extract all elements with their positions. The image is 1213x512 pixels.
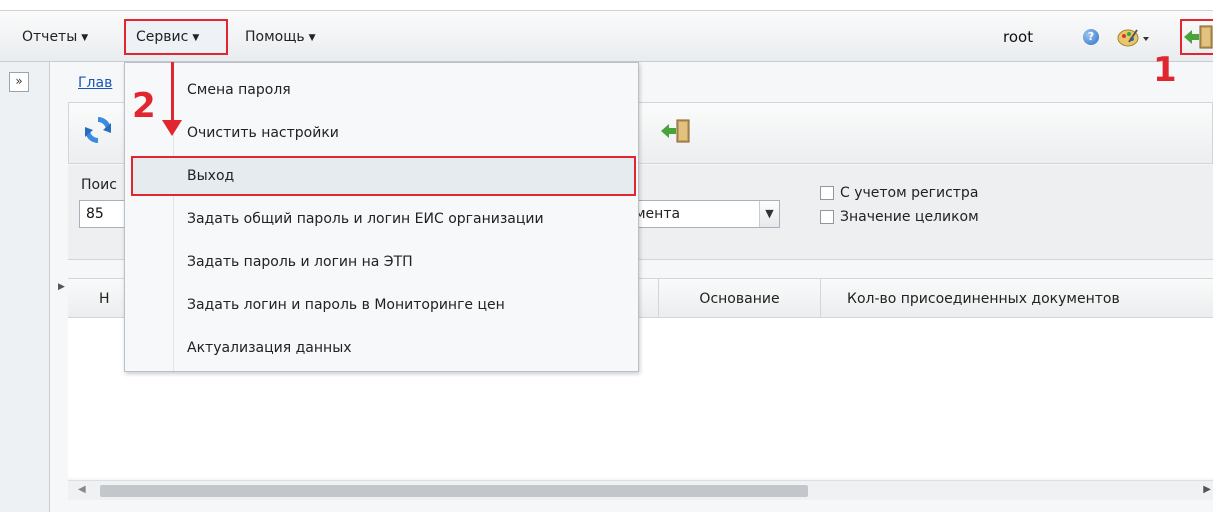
menu-reports-label: Отчеты [22, 29, 78, 45]
chevron-down-icon: ▼ [308, 33, 316, 43]
annotation-arrow-head [162, 120, 182, 136]
menu-item-clear-settings[interactable]: Очистить настройки [187, 118, 339, 148]
scroll-left-icon[interactable]: ◀ [78, 484, 86, 495]
menu-item-eis-login[interactable]: Задать общий пароль и логин ЕИС организа… [187, 204, 544, 234]
chevron-down-icon: ▼ [81, 33, 89, 43]
theme-icon[interactable] [1117, 26, 1151, 48]
refresh-icon[interactable] [81, 113, 115, 147]
exit-button[interactable] [1180, 19, 1213, 55]
search-field-select[interactable]: мента ▼ [633, 200, 780, 228]
menu-item-exit[interactable]: Выход [187, 161, 234, 191]
menu-help-label: Помощь [245, 29, 305, 45]
menu-reports[interactable]: Отчеты ▼ [22, 25, 88, 49]
row-marker-icon: ▶ [58, 282, 65, 292]
whole-value-checkbox[interactable]: Значение целиком [820, 209, 979, 225]
case-sensitive-checkbox[interactable]: С учетом регистра [820, 185, 978, 201]
checkbox-box[interactable] [820, 210, 834, 224]
menu-service[interactable]: Сервис ▼ [124, 19, 228, 55]
menu-item-etp-login[interactable]: Задать пароль и логин на ЭТП [187, 247, 413, 277]
service-dropdown: Смена пароля Очистить настройки Выход За… [124, 62, 639, 372]
chevron-down-icon: ▼ [192, 33, 200, 43]
side-panel: » [0, 62, 50, 512]
menu-help[interactable]: Помощь ▼ [245, 25, 316, 49]
exit-icon[interactable] [659, 115, 693, 149]
expand-icon[interactable]: » [9, 72, 29, 92]
scroll-right-icon[interactable]: ▶ [1203, 484, 1211, 495]
annotation-arrow [171, 62, 174, 124]
menu-item-price-monitoring-login[interactable]: Задать логин и пароль в Мониторинге цен [187, 290, 505, 320]
help-icon[interactable]: ? [1083, 29, 1099, 45]
menu-service-label: Сервис [136, 29, 189, 45]
case-sensitive-label: С учетом регистра [840, 185, 979, 201]
horizontal-scrollbar[interactable]: ◀ ▶ [68, 480, 1213, 500]
chevron-down-icon[interactable]: ▼ [759, 201, 779, 227]
whole-value-label: Значение целиком [840, 209, 979, 225]
column-header-basis[interactable]: Основание [658, 279, 820, 319]
menu-item-data-update[interactable]: Актуализация данных [187, 333, 352, 363]
menu-item-change-password[interactable]: Смена пароля [187, 75, 291, 105]
search-field-value: мента [635, 206, 681, 222]
user-name: root [1003, 28, 1034, 46]
annotation-step-2: 2 [132, 86, 156, 126]
scroll-thumb[interactable] [100, 485, 808, 497]
annotation-step-1: 1 [1153, 50, 1177, 90]
menu-bar: Отчеты ▼ Сервис ▼ Помощь ▼ root ? [0, 10, 1213, 62]
column-header-number[interactable]: Н [68, 279, 128, 319]
checkbox-box[interactable] [820, 186, 834, 200]
column-header-docs-count[interactable]: Кол-во присоединенных документов [820, 279, 1213, 319]
breadcrumb-home[interactable]: Глав [78, 75, 112, 91]
search-label: Поис [81, 177, 117, 193]
exit-icon [1184, 25, 1213, 49]
